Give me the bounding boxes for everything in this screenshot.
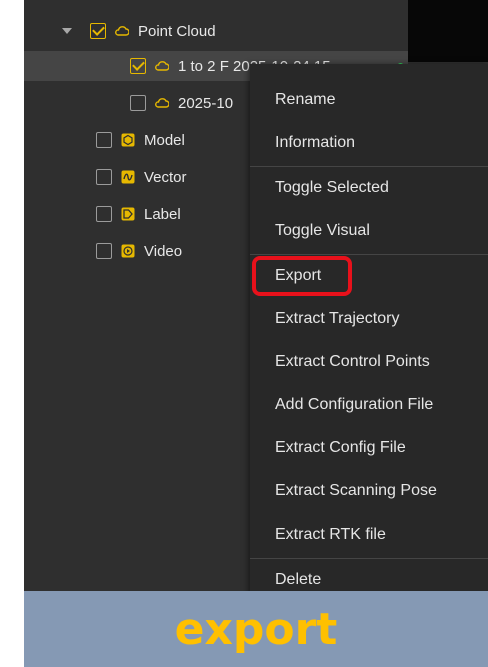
tree-item-label: Vector — [144, 168, 187, 186]
file-1-checkbox[interactable] — [130, 58, 146, 74]
tree-item-label: Label — [144, 205, 181, 223]
video-icon — [120, 243, 136, 259]
model-checkbox[interactable] — [96, 132, 112, 148]
tree-item-label: Model — [144, 131, 185, 149]
menu-item-rename[interactable]: Rename — [250, 79, 488, 121]
cloud-icon — [154, 95, 170, 111]
point-cloud-checkbox[interactable] — [90, 23, 106, 39]
tag-icon — [120, 206, 136, 222]
tree-item-label: Point Cloud — [138, 22, 216, 40]
cloud-icon — [154, 58, 170, 74]
menu-item-toggle-visual[interactable]: Toggle Visual — [250, 210, 488, 252]
vector-icon — [120, 169, 136, 185]
menu-item-extract-control-points[interactable]: Extract Control Points — [250, 341, 488, 383]
caption-banner: export — [24, 591, 488, 667]
menu-item-information[interactable]: Information — [250, 122, 488, 164]
tree-item-label: Video — [144, 242, 183, 260]
expand-caret-icon[interactable] — [62, 28, 72, 34]
tree-item-pointcloud-file-2[interactable]: 2025-10 — [130, 88, 233, 118]
caption-text: export — [174, 603, 338, 655]
video-checkbox[interactable] — [96, 243, 112, 259]
tree-item-vector[interactable]: Vector — [96, 162, 187, 192]
viewport-edge — [408, 0, 488, 62]
menu-item-extract-trajectory[interactable]: Extract Trajectory — [250, 298, 488, 340]
context-menu: Rename Information Toggle Selected Toggl… — [250, 64, 488, 604]
cloud-icon — [114, 23, 130, 39]
export-highlight-box — [252, 256, 352, 296]
menu-item-add-configuration-file[interactable]: Add Configuration File — [250, 384, 488, 426]
menu-item-extract-config-file[interactable]: Extract Config File — [250, 427, 488, 469]
vector-checkbox[interactable] — [96, 169, 112, 185]
tree-item-label-layer[interactable]: Label — [96, 199, 181, 229]
label-checkbox[interactable] — [96, 206, 112, 222]
menu-item-extract-rtk-file[interactable]: Extract RTK file — [250, 514, 488, 556]
menu-item-extract-scanning-pose[interactable]: Extract Scanning Pose — [250, 470, 488, 512]
tree-item-model[interactable]: Model — [96, 125, 185, 155]
model-icon — [120, 132, 136, 148]
menu-item-toggle-selected[interactable]: Toggle Selected — [250, 167, 488, 209]
tree-item-video[interactable]: Video — [96, 236, 182, 266]
file-2-checkbox[interactable] — [130, 95, 146, 111]
tree-item-point-cloud[interactable]: Point Cloud — [62, 16, 216, 46]
tree-item-label: 2025-10 — [178, 94, 234, 112]
